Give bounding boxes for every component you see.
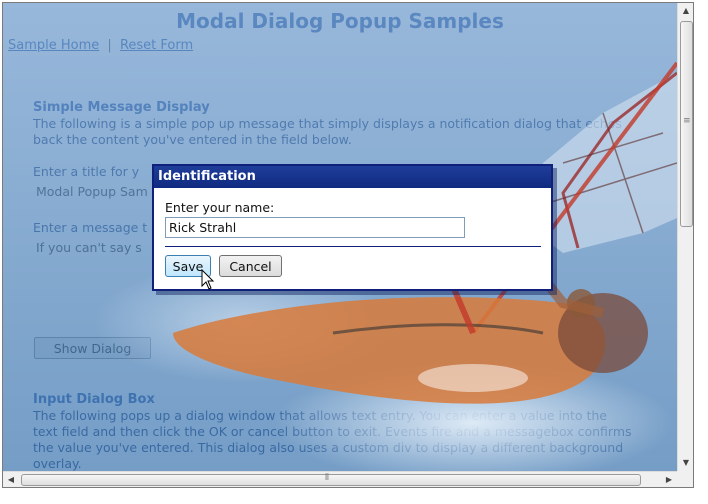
browser-content-frame: Modal Dialog Popup Samples Sample Home |…: [2, 2, 694, 488]
sample-home-link[interactable]: Sample Home: [8, 38, 99, 53]
vertical-scrollbar[interactable]: ▲ ≡ ▼: [677, 3, 693, 471]
horizontal-scrollbar[interactable]: ◀ ⦀ ▶: [3, 471, 677, 487]
page-title: Modal Dialog Popup Samples: [176, 9, 504, 33]
nav-separator: |: [107, 38, 112, 53]
page-viewport: Modal Dialog Popup Samples Sample Home |…: [3, 3, 677, 471]
show-dialog-button[interactable]: Show Dialog: [34, 337, 151, 359]
reset-form-link[interactable]: Reset Form: [120, 38, 193, 53]
name-input[interactable]: [165, 217, 465, 238]
dialog-divider: [165, 246, 541, 247]
horizontal-scroll-thumb[interactable]: ⦀: [21, 473, 641, 486]
scroll-right-arrow-icon[interactable]: ▶: [661, 472, 677, 487]
cancel-button[interactable]: Cancel: [219, 255, 282, 277]
mouse-pointer-icon: [201, 269, 215, 290]
simple-message-description: The following is a simple pop up message…: [33, 116, 622, 147]
input-dialog-description: The following pops up a dialog window th…: [33, 408, 632, 471]
simple-message-heading: Simple Message Display: [33, 100, 210, 115]
message-field-label: Enter a message t: [33, 220, 148, 235]
scrollbar-corner: [677, 471, 693, 487]
vertical-scroll-thumb[interactable]: ≡: [680, 21, 693, 227]
nav-links: Sample Home | Reset Form: [8, 38, 193, 53]
input-dialog-heading: Input Dialog Box: [33, 392, 155, 407]
name-prompt-label: Enter your name:: [165, 200, 275, 215]
title-field[interactable]: Modal Popup Sam: [36, 184, 148, 199]
scroll-left-arrow-icon[interactable]: ◀: [3, 472, 19, 487]
dialog-titlebar[interactable]: Identification: [154, 166, 551, 188]
title-field-label: Enter a title for y: [33, 164, 140, 179]
scroll-down-arrow-icon[interactable]: ▼: [678, 455, 693, 471]
message-field[interactable]: If you can't say s: [36, 240, 142, 255]
scroll-up-arrow-icon[interactable]: ▲: [678, 3, 693, 19]
